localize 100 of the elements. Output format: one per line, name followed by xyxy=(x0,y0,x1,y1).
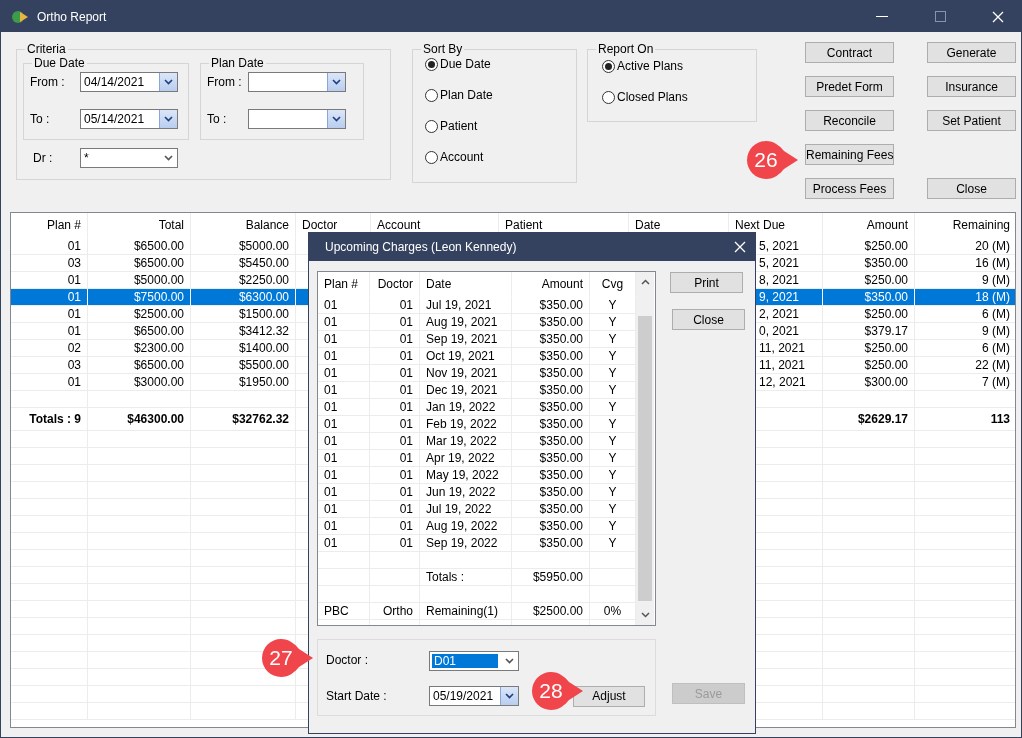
table-cell: 8, 2021 xyxy=(759,273,800,287)
field-label: To : xyxy=(207,112,228,126)
table-cell: Nov 19, 2021 xyxy=(426,366,498,380)
table-cell: 01 xyxy=(399,417,413,431)
table-cell: 01 xyxy=(399,434,413,448)
table-cell: 22 (M) xyxy=(975,358,1010,372)
table-cell: $250.00 xyxy=(864,358,908,372)
total-cell: $2629.17 xyxy=(857,412,908,426)
table-cell: $5000.00 xyxy=(238,239,289,253)
table-cell: $1950.00 xyxy=(238,375,289,389)
table-cell: $1400.00 xyxy=(238,341,289,355)
table-cell: 01 xyxy=(399,400,413,414)
table-cell: 01 xyxy=(324,451,338,465)
table-cell: $5500.00 xyxy=(238,358,289,372)
table-cell: 01 xyxy=(324,332,338,346)
table-cell: 01 xyxy=(324,468,338,482)
table-cell: PBC xyxy=(324,604,349,618)
table-cell: Y xyxy=(608,536,617,550)
table-cell: Jul 19, 2022 xyxy=(426,502,492,516)
group-title: Criteria xyxy=(26,42,67,56)
group-title: Report On xyxy=(597,42,655,56)
table-cell: $1500.00 xyxy=(238,307,289,321)
table-cell: 01 xyxy=(324,400,338,414)
table-cell: $3412.32 xyxy=(238,324,289,338)
table-cell: 01 xyxy=(399,502,413,516)
table-cell: $350.00 xyxy=(539,485,583,499)
field-label: From : xyxy=(30,75,66,89)
table-cell: 01 xyxy=(67,307,81,321)
field-label: Start Date : xyxy=(326,689,388,704)
field-label: Doctor : xyxy=(326,653,369,667)
table-cell: Feb 19, 2022 xyxy=(426,417,497,431)
table-cell: $250.00 xyxy=(864,273,908,287)
table-cell: Y xyxy=(608,383,617,397)
table-cell: 11, 2021 xyxy=(759,341,805,355)
table-cell: Apr 19, 2022 xyxy=(426,451,495,465)
table-cell: Ortho xyxy=(383,604,413,618)
table-cell: $2500.00 xyxy=(133,307,184,321)
field-label: Dr : xyxy=(33,151,54,165)
table-cell: $350.00 xyxy=(539,468,583,482)
table-cell: 16 (M) xyxy=(975,256,1010,270)
table-cell: 6 (M) xyxy=(982,307,1010,321)
table-cell: Dec 19, 2021 xyxy=(426,383,498,397)
table-cell: 01 xyxy=(324,315,338,329)
table-cell: 03 xyxy=(67,358,81,372)
table-cell: 0, 2021 xyxy=(759,324,800,338)
table-cell: Jun 19, 2022 xyxy=(426,485,496,499)
table-cell: 01 xyxy=(324,502,338,516)
table-cell: 11, 2021 xyxy=(759,358,805,372)
total-cell: $46300.00 xyxy=(127,412,184,426)
table-cell: 01 xyxy=(399,315,413,329)
table-cell: 01 xyxy=(399,366,413,380)
table-cell: 6 (M) xyxy=(982,341,1010,355)
table-cell: $350.00 xyxy=(539,434,583,448)
table-cell: Y xyxy=(608,298,617,312)
table-cell: $350.00 xyxy=(539,519,583,533)
group-title: Plan Date xyxy=(210,56,265,70)
table-cell: 01 xyxy=(67,324,81,338)
table-cell: $350.00 xyxy=(539,349,583,363)
table-cell: Y xyxy=(608,315,617,329)
table-cell: Sep 19, 2021 xyxy=(426,332,498,346)
table-cell: 01 xyxy=(67,375,81,389)
table-cell: Jan 19, 2022 xyxy=(426,400,496,414)
table-cell: 20 (M) xyxy=(975,239,1010,253)
table-cell: 01 xyxy=(324,366,338,380)
field-label: From : xyxy=(207,75,243,89)
table-cell: Y xyxy=(608,417,617,431)
table-cell: $350.00 xyxy=(539,400,583,414)
table-cell: 02 xyxy=(67,341,81,355)
table-cell: 9 (M) xyxy=(982,324,1010,338)
total-cell: 113 xyxy=(990,412,1010,426)
table-cell: $350.00 xyxy=(539,315,583,329)
table-cell: May 19, 2022 xyxy=(426,468,499,482)
table-cell: $6500.00 xyxy=(133,239,184,253)
table-cell: Y xyxy=(608,434,617,448)
table-cell: 01 xyxy=(399,536,413,550)
table-cell: Y xyxy=(608,519,617,533)
table-cell: 5, 2021 xyxy=(759,239,800,253)
table-cell: Sep 19, 2022 xyxy=(426,536,498,550)
table-cell: $350.00 xyxy=(864,290,908,304)
table-cell: 2, 2021 xyxy=(759,307,800,321)
table-cell: $350.00 xyxy=(539,366,583,380)
table-cell: Y xyxy=(608,349,617,363)
table-cell: $6500.00 xyxy=(133,324,184,338)
total-cell: Totals : 9 xyxy=(29,412,81,426)
dialog-title: Upcoming Charges (Leon Kennedy) xyxy=(325,240,518,254)
window-title: Ortho Report xyxy=(37,9,108,24)
table-cell: $7500.00 xyxy=(133,290,184,304)
table-cell: 01 xyxy=(399,298,413,312)
table-cell: 01 xyxy=(399,468,413,482)
table-cell: Remaining(1) xyxy=(426,604,499,618)
table-cell: $2300.00 xyxy=(133,341,184,355)
table-cell: 5, 2021 xyxy=(759,256,800,270)
table-cell: 01 xyxy=(399,519,413,533)
table-cell: $350.00 xyxy=(539,332,583,346)
table-cell: 01 xyxy=(324,298,338,312)
table-cell: $2500.00 xyxy=(532,604,583,618)
table-cell: $250.00 xyxy=(864,307,908,321)
table-cell: 01 xyxy=(324,519,338,533)
table-cell: 01 xyxy=(399,485,413,499)
table-cell: 01 xyxy=(324,485,338,499)
